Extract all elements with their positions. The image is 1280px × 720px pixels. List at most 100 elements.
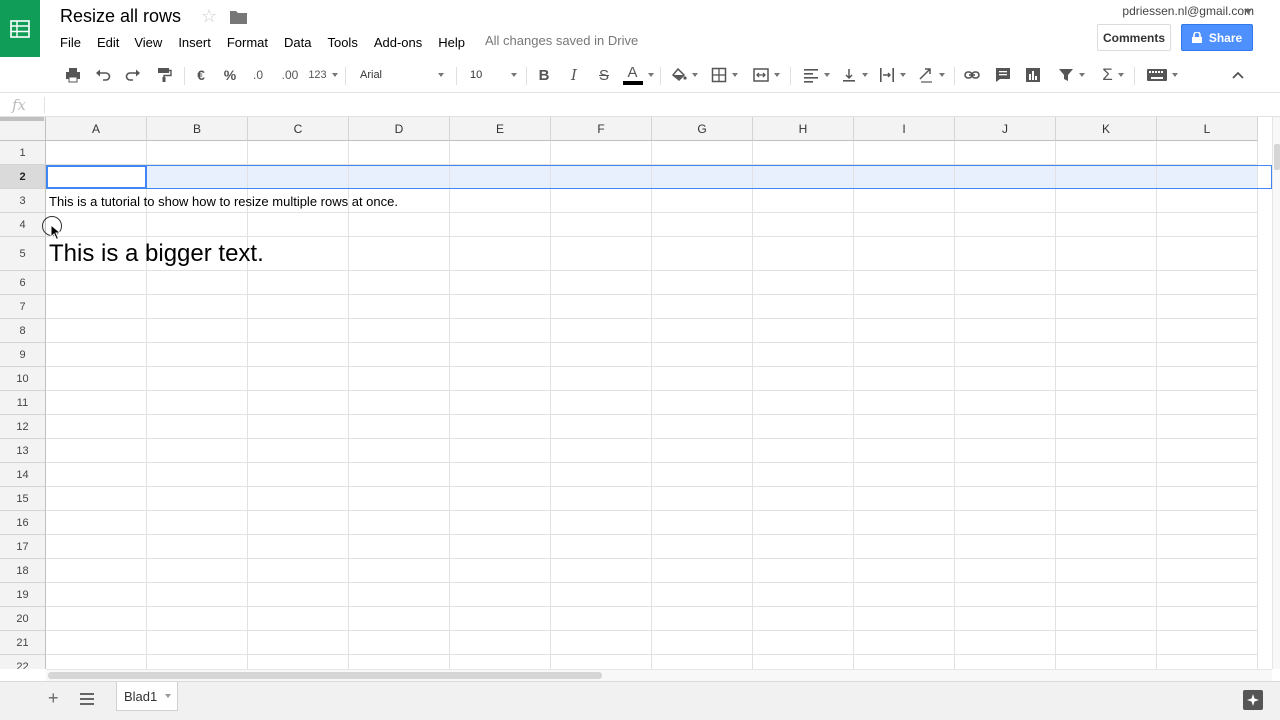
- cell-i6[interactable]: [854, 271, 955, 295]
- row-header-17[interactable]: 17: [0, 535, 46, 559]
- cell-b12[interactable]: [147, 415, 248, 439]
- redo-icon[interactable]: [124, 65, 142, 85]
- cell-j22[interactable]: [955, 655, 1056, 669]
- cell-h12[interactable]: [753, 415, 854, 439]
- cell-g7[interactable]: [652, 295, 753, 319]
- cell-g16[interactable]: [652, 511, 753, 535]
- cell-g12[interactable]: [652, 415, 753, 439]
- cell-l13[interactable]: [1157, 439, 1258, 463]
- cell-g8[interactable]: [652, 319, 753, 343]
- text-wrapping-button[interactable]: [876, 65, 908, 85]
- row-header-9[interactable]: 9: [0, 343, 46, 367]
- cell-h18[interactable]: [753, 559, 854, 583]
- menu-insert[interactable]: Insert: [178, 33, 211, 52]
- comments-button[interactable]: Comments: [1097, 24, 1171, 51]
- cell-i22[interactable]: [854, 655, 955, 669]
- explore-icon[interactable]: [1243, 690, 1263, 710]
- cell-j3[interactable]: [955, 189, 1056, 213]
- cell-k3[interactable]: [1056, 189, 1157, 213]
- cell-d2[interactable]: [349, 165, 450, 189]
- cell-d19[interactable]: [349, 583, 450, 607]
- cell-e16[interactable]: [450, 511, 551, 535]
- caret-icon[interactable]: [165, 694, 172, 698]
- column-header-l[interactable]: L: [1157, 117, 1258, 141]
- cell-g6[interactable]: [652, 271, 753, 295]
- row-header-3[interactable]: 3: [0, 189, 46, 213]
- cell-d1[interactable]: [349, 141, 450, 165]
- cell-f4[interactable]: [551, 213, 652, 237]
- cell-h22[interactable]: [753, 655, 854, 669]
- cell-b20[interactable]: [147, 607, 248, 631]
- star-icon[interactable]: ☆: [201, 6, 217, 27]
- cell-i21[interactable]: [854, 631, 955, 655]
- cell-f7[interactable]: [551, 295, 652, 319]
- cell-g2[interactable]: [652, 165, 753, 189]
- cell-e15[interactable]: [450, 487, 551, 511]
- cell-k15[interactable]: [1056, 487, 1157, 511]
- cell-c22[interactable]: [248, 655, 349, 669]
- cell-i12[interactable]: [854, 415, 955, 439]
- cell-e1[interactable]: [450, 141, 551, 165]
- cell-d22[interactable]: [349, 655, 450, 669]
- cell-f22[interactable]: [551, 655, 652, 669]
- cell-k19[interactable]: [1056, 583, 1157, 607]
- cell-f6[interactable]: [551, 271, 652, 295]
- sheets-logo-icon[interactable]: [0, 0, 40, 57]
- cell-c17[interactable]: [248, 535, 349, 559]
- cell-g20[interactable]: [652, 607, 753, 631]
- currency-format-button[interactable]: €: [194, 65, 208, 85]
- frozen-rows-handle[interactable]: [0, 117, 44, 121]
- cell-j7[interactable]: [955, 295, 1056, 319]
- menu-help[interactable]: Help: [438, 33, 465, 52]
- cell-c10[interactable]: [248, 367, 349, 391]
- column-header-e[interactable]: E: [450, 117, 551, 141]
- cell-j5[interactable]: [955, 237, 1056, 271]
- cell-c16[interactable]: [248, 511, 349, 535]
- cell-d7[interactable]: [349, 295, 450, 319]
- cell-a9[interactable]: [46, 343, 147, 367]
- cell-c9[interactable]: [248, 343, 349, 367]
- cell-a17[interactable]: [46, 535, 147, 559]
- cell-g17[interactable]: [652, 535, 753, 559]
- cell-a15[interactable]: [46, 487, 147, 511]
- cell-e6[interactable]: [450, 271, 551, 295]
- cell-f5[interactable]: [551, 237, 652, 271]
- cell-d6[interactable]: [349, 271, 450, 295]
- cell-d4[interactable]: [349, 213, 450, 237]
- cell-d17[interactable]: [349, 535, 450, 559]
- decrease-decimals-button[interactable]: .0: [248, 65, 268, 85]
- column-header-k[interactable]: K: [1056, 117, 1157, 141]
- cell-i8[interactable]: [854, 319, 955, 343]
- cell-h15[interactable]: [753, 487, 854, 511]
- add-sheet-icon[interactable]: +: [48, 689, 64, 707]
- cell-l7[interactable]: [1157, 295, 1258, 319]
- cell-h5[interactable]: [753, 237, 854, 271]
- cell-i15[interactable]: [854, 487, 955, 511]
- cell-b8[interactable]: [147, 319, 248, 343]
- cell-a19[interactable]: [46, 583, 147, 607]
- cell-b13[interactable]: [147, 439, 248, 463]
- cell-a8[interactable]: [46, 319, 147, 343]
- cell-l22[interactable]: [1157, 655, 1258, 669]
- cell-a13[interactable]: [46, 439, 147, 463]
- cell-i3[interactable]: [854, 189, 955, 213]
- cell-a20[interactable]: [46, 607, 147, 631]
- cell-b7[interactable]: [147, 295, 248, 319]
- cell-f17[interactable]: [551, 535, 652, 559]
- cell-g18[interactable]: [652, 559, 753, 583]
- cell-d9[interactable]: [349, 343, 450, 367]
- horizontal-scroll-thumb[interactable]: [48, 672, 602, 679]
- row-header-16[interactable]: 16: [0, 511, 46, 535]
- row-header-12[interactable]: 12: [0, 415, 46, 439]
- cell-j20[interactable]: [955, 607, 1056, 631]
- cell-e20[interactable]: [450, 607, 551, 631]
- cell-d15[interactable]: [349, 487, 450, 511]
- cell-i11[interactable]: [854, 391, 955, 415]
- collapse-toolbar-icon[interactable]: [1228, 65, 1248, 85]
- cell-f3[interactable]: [551, 189, 652, 213]
- font-size-select[interactable]: 10: [470, 65, 517, 85]
- cell-f16[interactable]: [551, 511, 652, 535]
- cell-d20[interactable]: [349, 607, 450, 631]
- row-header-22[interactable]: 22: [0, 655, 46, 669]
- cell-l9[interactable]: [1157, 343, 1258, 367]
